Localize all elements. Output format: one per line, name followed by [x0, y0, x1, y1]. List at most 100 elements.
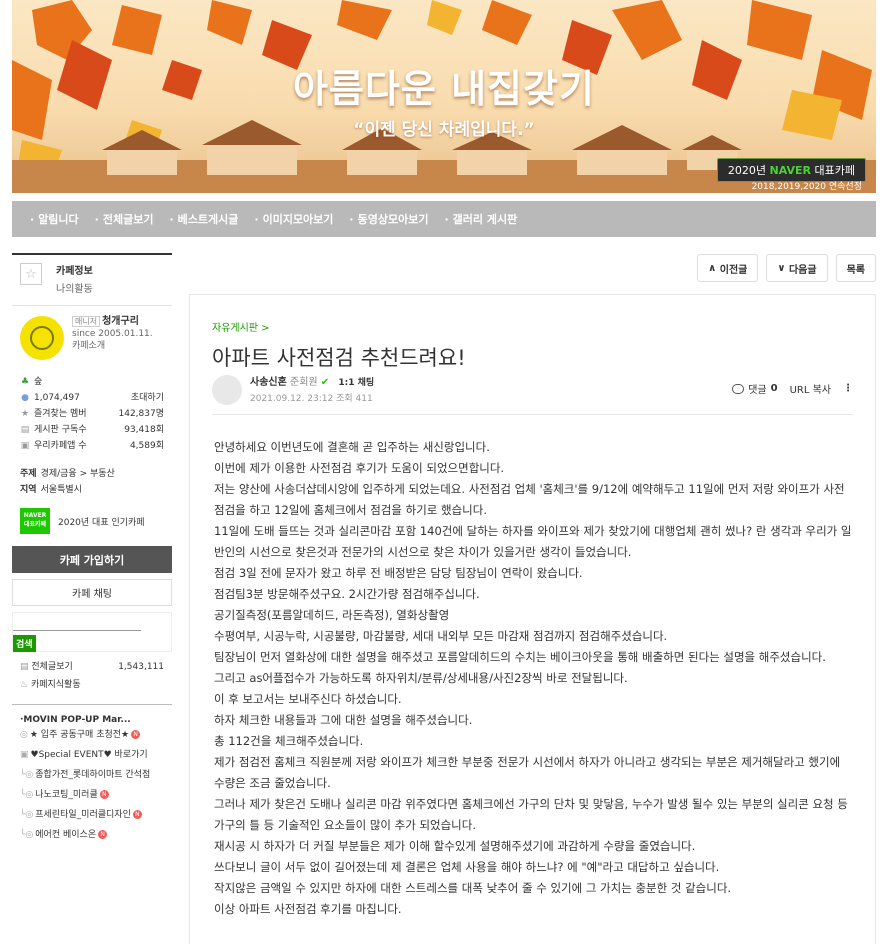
body-paragraph: 쓰다보니 글이 서두 없이 길어졌는데 제 결론은 업체 사용을 해야 하느냐?… — [214, 860, 720, 874]
app-icon: ▣ — [20, 441, 30, 451]
menu-best-posts[interactable]: 베스트게시글 — [169, 211, 239, 227]
post-views: 조회 411 — [336, 394, 373, 404]
comments-count: 0 — [770, 383, 778, 394]
subject-value[interactable]: 경제/금융 > 부동산 — [41, 469, 115, 479]
url-copy-button[interactable]: URL 복사 — [790, 381, 831, 396]
body-paragraph: 제가 점검전 홈체크 직원분께 저랑 와이프가 체크한 부분중 전문가 시선에서… — [214, 755, 841, 790]
list-icon: ▤ — [20, 662, 32, 672]
sub-board-icon: └◎ — [20, 810, 34, 820]
banner-title: 아름다운 내집갖기 — [293, 67, 595, 111]
board-group-title[interactable]: ·MOVIN POP-UP Mar... — [12, 704, 172, 725]
board-item[interactable]: ▣ ♥Special EVENT♥ 바로가기 — [20, 745, 168, 765]
body-paragraph: 그러나 제가 찾은건 도배나 실리콘 마감 위주였다면 홈체크에선 가구의 단차… — [214, 797, 848, 832]
new-badge: N — [99, 790, 109, 799]
next-post-button[interactable]: ∨ 다음글 — [766, 254, 828, 282]
comment-icon[interactable] — [732, 383, 745, 394]
body-paragraph: 작지않은 금액일 수 있지만 하자에 대한 스트레스를 대폭 낮추어 줄 수 있… — [214, 881, 732, 895]
board-item[interactable]: └◎ 종합가전_롯데하이마트 간석점 — [20, 765, 168, 785]
banner-subtitle: “이젠 당신 차례입니다.” — [353, 120, 535, 140]
author-avatar[interactable] — [212, 375, 242, 405]
board-breadcrumb[interactable]: 자유게시판 > — [212, 319, 270, 334]
cafe-intro-link[interactable]: 카페소개 — [72, 340, 153, 352]
board-icon: ◎ — [20, 730, 28, 740]
search-input[interactable] — [13, 613, 141, 631]
comments-label[interactable]: 댓글 — [748, 381, 766, 396]
menu-images[interactable]: 이미지모아보기 — [254, 211, 334, 227]
sub-board-icon: └◎ — [20, 830, 34, 840]
cafe-sidebar: ☆ 카페정보 나의활동 매니저 청개구리 since 2005.01.11. 카페… — [12, 253, 172, 845]
sub-board-icon: └◎ — [20, 790, 34, 800]
all-posts-link[interactable]: 전체글보기 — [31, 662, 72, 672]
board-icon: ▣ — [20, 750, 29, 760]
author-nickname[interactable]: 사송신혼 — [250, 377, 287, 388]
body-paragraph: 점검 3일 전에 문자가 왔고 하루 전 배정받은 담당 팀장님이 연락이 왔습… — [214, 566, 583, 580]
tab-cafe-info[interactable]: 카페정보 — [56, 263, 93, 281]
cafe-menu-bar: 알림니다 전체글보기 베스트게시글 이미지모아보기 동영상모아보기 갤러리 게시… — [12, 201, 876, 237]
region-label: 지역 — [20, 485, 37, 495]
cafe-app-value: 4,589회 — [129, 441, 164, 451]
body-paragraph: 11일에 도배 들뜨는 것과 실리콘마감 포함 140건에 달하는 하자를 와이… — [214, 524, 852, 559]
cafe-logo — [20, 316, 64, 360]
knowledge-link[interactable]: 카페지식활동 — [31, 680, 81, 690]
new-badge: N — [132, 810, 142, 819]
body-paragraph: 하자 체크한 내용들과 그에 대한 설명을 해주셨습니다. — [214, 713, 473, 727]
cafe-since: since 2005.01.11. — [72, 329, 153, 339]
chevron-up-icon: ∧ — [708, 262, 720, 274]
members-icon: ● — [21, 393, 29, 403]
board-icon: ▤ — [20, 425, 30, 435]
menu-videos[interactable]: 동영상모아보기 — [349, 211, 429, 227]
menu-notice[interactable]: 알림니다 — [30, 211, 78, 227]
one-to-one-chat-link[interactable]: 1:1 채팅 — [338, 378, 374, 388]
board-item[interactable]: └◎ 에어컨 베이스온 N — [20, 825, 168, 845]
menu-gallery[interactable]: 갤러리 게시판 — [444, 211, 518, 227]
divider — [212, 414, 853, 415]
all-posts-count: 1,543,111 — [118, 662, 164, 672]
join-cafe-button[interactable]: 카페 가입하기 — [12, 546, 172, 573]
sub-board-icon: └◎ — [20, 770, 34, 780]
check-icon: ✔ — [320, 377, 330, 388]
body-paragraph: 수평여부, 시공누락, 시공불량, 마감불량, 세대 내외부 모든 마감재 점검… — [214, 629, 668, 643]
body-paragraph: 이번에 제가 이용한 사전점검 후기가 도움이 되었으면합니다. — [214, 461, 505, 475]
board-item[interactable]: ◎ ★ 입주 공동구매 초청전★ N — [20, 725, 168, 745]
fav-members-label: 즐겨찾는 멤버 — [34, 409, 87, 419]
award-naver: NAVER — [769, 164, 812, 177]
cafe-level: 숲 — [34, 377, 43, 387]
popular-cafe-text: 2020년 대표 인기카페 — [58, 517, 145, 528]
body-paragraph: 그리고 as어플접수가 가능하도록 하자위치/분류/상세내용/사진2장씩 바로 … — [214, 671, 628, 685]
body-paragraph: 재시공 시 하자가 더 커질 부분들은 제가 이해 할수있게 설명해주셨기에 과… — [214, 839, 696, 853]
fav-members-value: 142,837명 — [118, 409, 165, 419]
body-paragraph: 저는 양산에 사송더샵데시앙에 입주하게 되었는데요. 사전점검 업체 '홈체크… — [214, 482, 845, 517]
board-sub-label: 게시판 구독수 — [34, 425, 87, 435]
prev-post-button[interactable]: ∧ 이전글 — [697, 254, 759, 282]
cafe-banner[interactable]: 아름다운 내집갖기 “이젠 당신 차례입니다.” 2020년 NAVER 대표카… — [12, 0, 876, 193]
body-paragraph: 총 112건을 체크해주셨습니다. — [214, 734, 364, 748]
more-options-icon[interactable]: ⋮ — [843, 383, 853, 394]
author-grade: 준회원 — [290, 377, 318, 388]
board-sub-value: 93,418회 — [124, 425, 164, 435]
cafe-app-label: 우리카페앱 수 — [34, 441, 87, 451]
post-body: 안녕하세요 이번년도에 결혼해 곧 입주하는 새신랑입니다. 이번에 제가 이용… — [214, 437, 854, 920]
new-badge: N — [98, 830, 108, 839]
body-paragraph: 점검팀3분 방문해주셨구요. 2시간가량 점검해주십니다. — [214, 587, 480, 601]
award-years: 2018,2019,2020 연속선정 — [751, 182, 862, 192]
invite-link[interactable]: 초대하기 — [131, 390, 164, 406]
subject-label: 주제 — [20, 469, 37, 479]
award-label: 대표카페 — [814, 164, 855, 177]
member-count[interactable]: 1,074,497 — [34, 393, 80, 403]
tab-my-activity[interactable]: 나의활동 — [56, 281, 93, 299]
naver-popular-badge: NAVER 대표카페 — [20, 508, 50, 534]
board-item[interactable]: └◎ 프세린타일_미러클디자인 N — [20, 805, 168, 825]
board-item[interactable]: └◎ 나노코팅_미러클 N — [20, 785, 168, 805]
search-button[interactable]: 검색 — [13, 635, 36, 652]
list-button[interactable]: 목록 — [835, 254, 876, 282]
cafe-chat-button[interactable]: 카페 채팅 — [12, 579, 172, 606]
favorite-star-icon[interactable]: ☆ — [20, 263, 42, 285]
tree-icon: ♣ — [20, 377, 30, 387]
body-paragraph: 공기질측정(포름알데히드, 라돈측정), 열화상촬영 — [214, 608, 450, 622]
body-paragraph: 이상 아파트 사전점검 후기를 마칩니다. — [214, 902, 402, 916]
menu-all-posts[interactable]: 전체글보기 — [95, 211, 154, 227]
knowledge-icon: ♨ — [20, 680, 31, 690]
manager-name[interactable]: 청개구리 — [102, 316, 139, 327]
body-paragraph: 이 후 보고서는 보내주신다 하셨습니다. — [214, 692, 402, 706]
region-value: 서울특별시 — [40, 485, 82, 495]
